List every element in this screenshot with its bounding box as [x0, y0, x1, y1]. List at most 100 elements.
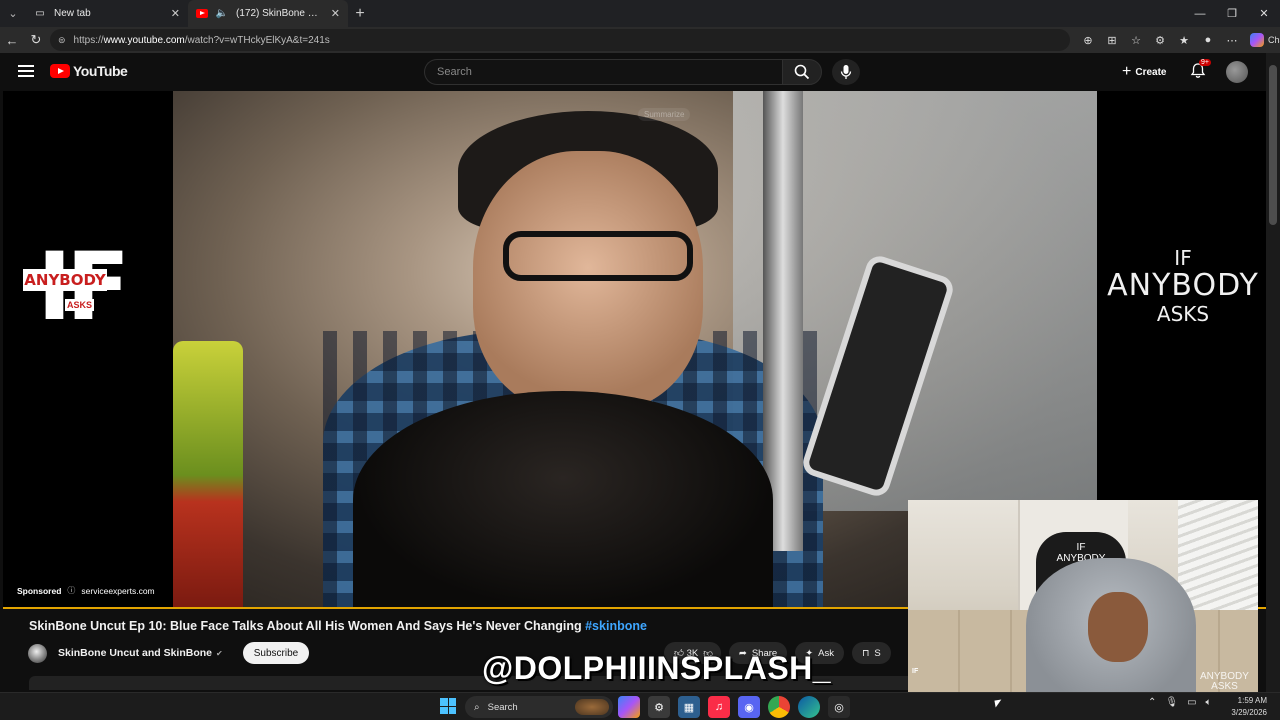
favorite-star-icon[interactable]: ☆ — [1124, 34, 1148, 47]
youtube-favicon-icon — [196, 8, 208, 20]
search-icon: ⌕ — [474, 701, 480, 713]
extensions-icon[interactable]: ⚙ — [1148, 34, 1172, 47]
hashtag-link[interactable]: #skinbone — [585, 619, 647, 633]
taskbar-apps: ⚙ ▦ ♫ ◉ ◎ — [618, 696, 850, 718]
new-tab-icon: ▭ — [35, 8, 45, 19]
if-anybody-asks-logo-left: IF ANYBODY ASKS — [23, 241, 130, 341]
obs-app-icon[interactable]: ◎ — [828, 696, 850, 718]
back-icon[interactable]: ← — [0, 33, 24, 48]
taskbar-search[interactable]: ⌕ Search — [465, 696, 613, 718]
save-button[interactable]: ⊓ S — [852, 642, 891, 664]
brand-right-if: IF — [1174, 246, 1192, 270]
mouse-cursor — [994, 699, 1003, 708]
tab-title: New tab — [54, 8, 91, 19]
show-hidden-icons-icon[interactable]: ⌃ — [1148, 697, 1156, 708]
translate-icon[interactable]: ⊕ — [1076, 34, 1100, 47]
youtube-header: YouTube Search + Create 9+ — [0, 53, 1266, 91]
sponsored-badge[interactable]: Sponsored ⓘ serviceexperts.com — [17, 585, 155, 596]
youtube-wordmark: YouTube — [73, 63, 128, 79]
copilot-app-icon[interactable] — [618, 696, 640, 718]
audio-playing-icon[interactable]: 🔈 — [216, 8, 228, 20]
channel-row: SkinBone Uncut and SkinBone ✔ Subscribe — [28, 642, 310, 664]
tab-close-icon[interactable]: ✕ — [331, 7, 340, 20]
search-icon — [794, 64, 810, 80]
discord-app-icon[interactable]: ◉ — [738, 696, 760, 718]
tab-new-tab[interactable]: ▭ New tab ✕ — [26, 0, 188, 27]
minimize-icon[interactable]: — — [1184, 0, 1216, 27]
copilot-chat-button[interactable]: Chat — [1250, 33, 1280, 47]
chair-text-if: IF — [1076, 542, 1086, 553]
summarize-button[interactable]: Summarize — [638, 108, 691, 121]
music-app-icon[interactable]: ♫ — [708, 696, 730, 718]
if-anybody-asks-logo-right: IF ANYBODY ASKS — [1103, 246, 1263, 326]
chat-label: Chat — [1268, 35, 1280, 45]
refresh-icon[interactable]: ↻ — [24, 32, 48, 48]
webcam-overlay: IF ANYBODY ASKS IF ANYBODY ASKS — [908, 500, 1258, 697]
search-button[interactable] — [782, 59, 822, 85]
sponsor-domain[interactable]: serviceexperts.com — [81, 586, 154, 596]
edge-app-icon[interactable] — [798, 696, 820, 718]
copilot-icon — [1250, 33, 1264, 47]
restore-icon[interactable]: ❐ — [1216, 0, 1248, 27]
windows-taskbar: ⌕ Search ⚙ ▦ ♫ ◉ ◎ ⌃ 🎙︎ ▭ 🔈︎ 1:59 AM 3/2… — [0, 692, 1280, 720]
page-scrollbar[interactable] — [1266, 53, 1280, 693]
menu-icon[interactable] — [18, 65, 34, 77]
taskbar-search-label: Search — [487, 701, 518, 713]
more-options-icon[interactable]: ⋯ — [1220, 34, 1244, 47]
search-highlight-image — [575, 699, 609, 715]
tab-youtube-video[interactable]: 🔈 (172) SkinBone Uncut Ep 10: B ✕ — [188, 0, 348, 27]
channel-avatar[interactable] — [28, 643, 47, 663]
browser-toolbar-icons: ⊕ ⊞ ☆ ⚙ ★ ● ⋯ Chat — [1076, 27, 1280, 53]
new-tab-button[interactable]: + — [348, 5, 372, 23]
url-path: /watch?v=wTHckyElKyA&t=241s — [184, 34, 330, 46]
eyeglasses — [503, 231, 693, 281]
bookmark-icon: ⊓ — [862, 647, 870, 659]
tab-title: (172) SkinBone Uncut Ep 10: B — [236, 8, 325, 19]
network-icon[interactable]: ▭ — [1187, 697, 1196, 708]
brand-left-anybody: ANYBODY — [23, 269, 107, 291]
voice-search-button[interactable] — [832, 59, 860, 85]
store-app-icon[interactable]: ▦ — [678, 696, 700, 718]
window-controls: — ❐ ✕ — [1184, 0, 1280, 27]
youtube-play-icon — [50, 64, 70, 78]
plus-icon: + — [1122, 63, 1132, 80]
youtube-logo[interactable]: YouTube — [50, 63, 128, 79]
browser-tab-bar: ⌄ ▭ New tab ✕ 🔈 (172) SkinBone Uncut Ep … — [0, 0, 1280, 27]
volume-icon[interactable]: 🔈︎ — [1206, 697, 1212, 708]
close-window-icon[interactable]: ✕ — [1248, 0, 1280, 27]
webcam-watermark: ANYBODY ASKS — [1200, 672, 1249, 692]
notification-count-badge: 9+ — [1199, 59, 1211, 66]
channel-name[interactable]: SkinBone Uncut and SkinBone — [58, 647, 212, 659]
notifications-button[interactable]: 9+ — [1190, 59, 1211, 84]
microphone-tray-icon[interactable]: 🎙︎ — [1165, 697, 1178, 708]
settings-app-icon[interactable]: ⚙ — [648, 696, 670, 718]
webcam-corner-logo: IF — [912, 668, 919, 675]
save-label: S — [874, 647, 881, 659]
tab-close-icon[interactable]: ✕ — [171, 7, 180, 20]
create-button[interactable]: + Create — [1116, 62, 1172, 82]
taskbar-clock[interactable]: 1:59 AM 3/29/2026 — [1225, 695, 1267, 719]
address-bar[interactable]: ⊜ https://www.youtube.com/watch?v=wTHcky… — [50, 29, 1070, 51]
windows-start-icon[interactable] — [440, 698, 456, 714]
system-tray: ⌃ 🎙︎ ▭ 🔈︎ — [1148, 697, 1212, 708]
clock-date: 3/29/2026 — [1231, 708, 1267, 717]
search-input[interactable]: Search — [424, 59, 782, 85]
clock-time: 1:59 AM — [1237, 696, 1267, 705]
subscribe-button[interactable]: Subscribe — [242, 642, 310, 664]
brand-left-asks: ASKS — [65, 299, 95, 311]
brand-right-anybody: ANYBODY — [1107, 268, 1259, 303]
video-title: SkinBone Uncut Ep 10: Blue Face Talks Ab… — [29, 619, 647, 633]
url-host: www.youtube.com — [103, 34, 185, 46]
chrome-app-icon[interactable] — [768, 696, 790, 718]
favorites-icon[interactable]: ★ — [1172, 34, 1196, 47]
app-available-icon[interactable]: ⊞ — [1100, 34, 1124, 47]
detergent-bottle — [173, 341, 243, 609]
person-face — [473, 151, 703, 411]
browser-toolbar: ← ↻ ⊜ https://www.youtube.com/watch?v=wT… — [0, 27, 1280, 53]
profile-icon[interactable]: ● — [1196, 34, 1220, 46]
account-avatar[interactable] — [1226, 61, 1248, 83]
scrollbar-thumb[interactable] — [1269, 65, 1277, 225]
tab-actions-menu-icon[interactable]: ⌄ — [0, 0, 26, 27]
site-info-icon[interactable]: ⊜ — [58, 35, 66, 46]
info-icon[interactable]: ⓘ — [67, 585, 75, 596]
